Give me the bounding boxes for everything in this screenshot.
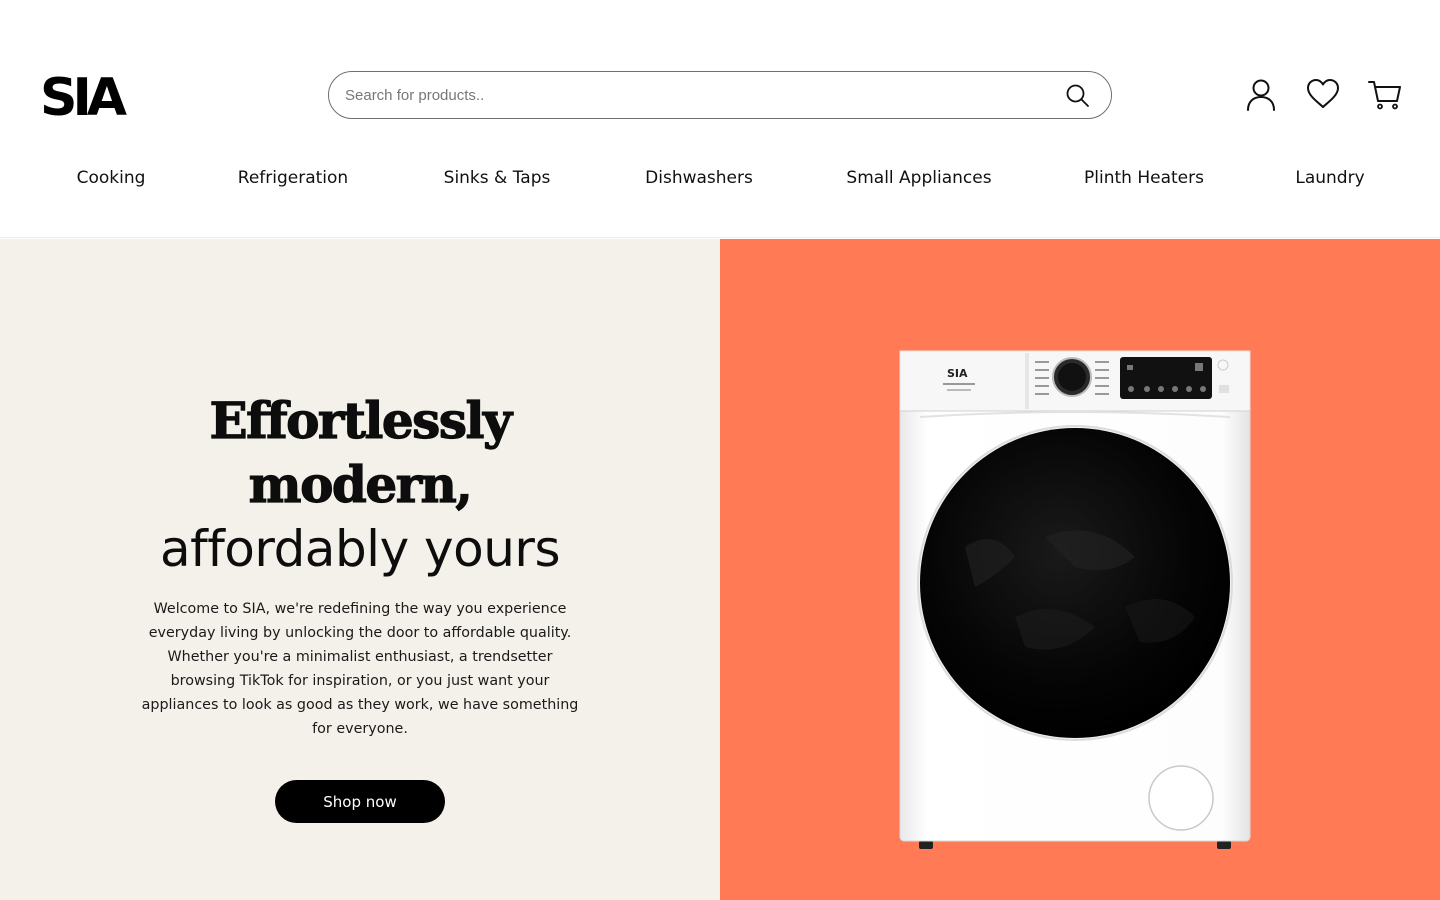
nav-item-laundry[interactable]: Laundry bbox=[1295, 168, 1364, 188]
nav-item-plinth-heaters[interactable]: Plinth Heaters bbox=[1084, 168, 1204, 188]
hero-headline-line1: Effortlessly bbox=[209, 390, 513, 450]
svg-text:SIA: SIA bbox=[40, 70, 127, 120]
sia-logo[interactable]: SIA bbox=[40, 68, 162, 128]
hero-headline-line2: modern, bbox=[248, 454, 473, 514]
washing-machine-image: SIA bbox=[895, 347, 1255, 853]
nav-item-cooking[interactable]: Cooking bbox=[77, 168, 146, 188]
nav-item-sinks-taps[interactable]: Sinks & Taps bbox=[444, 168, 551, 188]
hero-headline-line3: affordably yours bbox=[159, 520, 561, 578]
nav-item-small-appliances[interactable]: Small Appliances bbox=[846, 168, 991, 188]
account-icon[interactable] bbox=[1243, 76, 1279, 112]
nav-item-refrigeration[interactable]: Refrigeration bbox=[238, 168, 348, 188]
hero-image-panel: SIA bbox=[720, 239, 1440, 900]
shop-now-button[interactable]: Shop now bbox=[275, 780, 445, 823]
nav-item-dishwashers[interactable]: Dishwashers bbox=[645, 168, 753, 188]
hero-intro-text: Welcome to SIA, we're redefining the way… bbox=[141, 601, 579, 737]
cart-icon[interactable] bbox=[1367, 76, 1403, 112]
svg-text:SIA: SIA bbox=[947, 367, 968, 380]
search-bar bbox=[328, 71, 1112, 119]
hero-text-panel: Effortlessly modern, affordably yours We… bbox=[0, 239, 720, 900]
hero-headline: Effortlessly modern, affordably yours bbox=[0, 389, 720, 581]
wishlist-heart-icon[interactable] bbox=[1305, 76, 1341, 112]
search-input[interactable] bbox=[345, 72, 1045, 118]
site-header: SIA Cooking Refrigeration Sinks bbox=[0, 0, 1440, 238]
search-icon[interactable] bbox=[1065, 83, 1091, 109]
category-nav: Cooking Refrigeration Sinks & Taps Dishw… bbox=[0, 168, 1440, 198]
